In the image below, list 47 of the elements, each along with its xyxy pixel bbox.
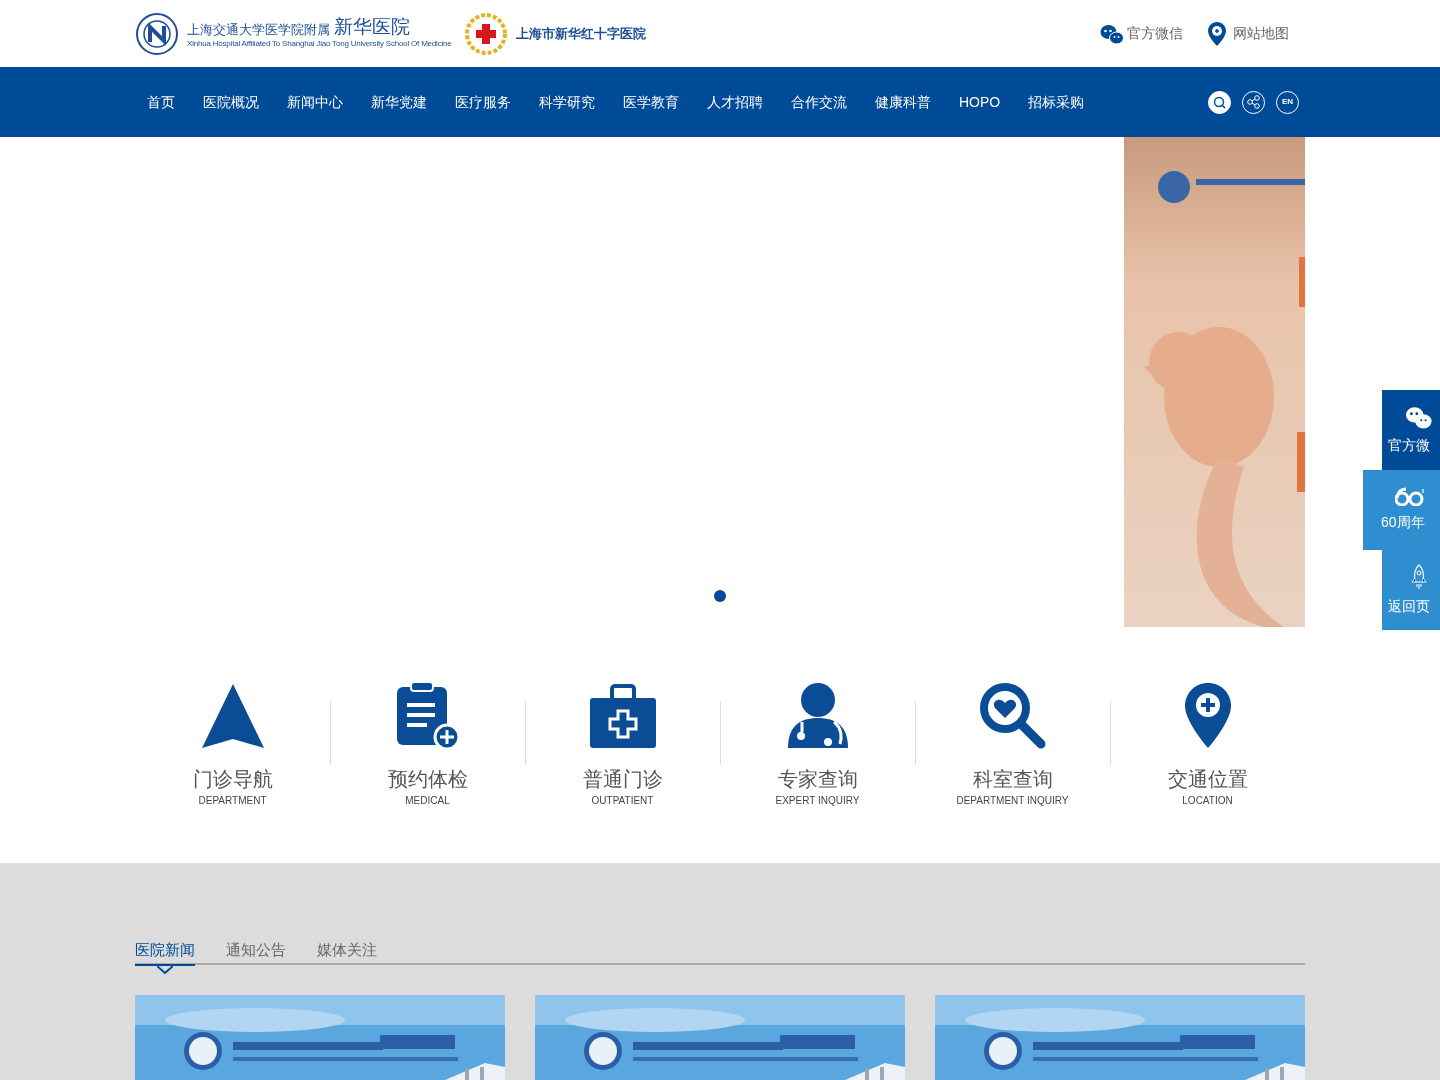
news-tab[interactable]: 媒体关注	[317, 935, 377, 966]
news-tab[interactable]: 医院新闻	[135, 935, 195, 966]
wechat-icon	[1099, 22, 1125, 45]
nav-link[interactable]: 医院概况	[191, 91, 271, 113]
nav-link[interactable]: 合作交流	[779, 91, 859, 113]
nav-link[interactable]: 首页	[135, 91, 187, 113]
nav-link[interactable]: 新闻中心	[275, 91, 355, 113]
anniversary-icon	[1395, 487, 1425, 506]
side-panel-button[interactable]: 返回页	[1382, 550, 1440, 630]
caret-icon	[157, 966, 173, 974]
side-panel-button[interactable]: 60周年	[1363, 470, 1440, 550]
logo-subtitle: Xinhua Hospital Affiliated To Shanghai Jiao Tong University School Of Medicine	[187, 38, 452, 50]
clipboard-plus-icon	[394, 681, 461, 751]
share-icon	[1247, 95, 1260, 109]
nav-link[interactable]: 招标采购	[1016, 91, 1097, 113]
quick-link[interactable]: 专家查询 EXPERT INQUIRY	[720, 681, 915, 808]
cross-hospital-name: 上海市新华红十字医院	[515, 24, 646, 43]
nav-link[interactable]: 健康科普	[863, 91, 943, 113]
magnifier-heart-icon	[978, 682, 1047, 750]
location-pin-icon	[1183, 682, 1232, 750]
nav-link[interactable]: 科学研究	[527, 91, 607, 113]
nav-link[interactable]: 新华党建	[359, 91, 439, 113]
logo-title: 上海交通大学医学院附属	[187, 23, 330, 36]
doctor-icon	[785, 682, 850, 750]
side-panel-button[interactable]: 官方微	[1382, 390, 1440, 470]
header-link[interactable]: 官方微信	[1099, 22, 1183, 45]
rocket-icon	[1410, 563, 1428, 590]
hospital-emblem-icon	[135, 11, 179, 56]
quick-link[interactable]: 交通位置 LOCATION	[1110, 681, 1305, 808]
quick-link[interactable]: 预约体检 MEDICAL	[330, 681, 525, 808]
search-icon	[1213, 95, 1226, 109]
logo-name: 新华医院	[334, 17, 410, 36]
search-button[interactable]	[1208, 90, 1231, 114]
navigation-arrow-icon	[199, 682, 266, 750]
nav-link[interactable]: 医学教育	[611, 91, 691, 113]
wechat-icon	[1404, 404, 1433, 429]
quick-link[interactable]: 科室查询 DEPARTMENT INQUIRY	[915, 681, 1110, 808]
map-pin-icon	[1207, 20, 1227, 47]
quick-link[interactable]: 门诊导航 DEPARTMENT	[135, 681, 330, 808]
nav-link[interactable]: 医疗服务	[443, 91, 523, 113]
news-tab[interactable]: 通知公告	[226, 935, 286, 966]
quick-link[interactable]: 普通门诊 OUTPATIENT	[525, 681, 720, 808]
cross-laurel-emblem-icon	[463, 12, 508, 55]
nav-link[interactable]: HOPO	[947, 91, 1013, 113]
header-link[interactable]: 网站地图	[1207, 20, 1289, 47]
nav-link[interactable]: 人才招聘	[695, 91, 775, 113]
medical-kit-icon	[588, 683, 657, 749]
